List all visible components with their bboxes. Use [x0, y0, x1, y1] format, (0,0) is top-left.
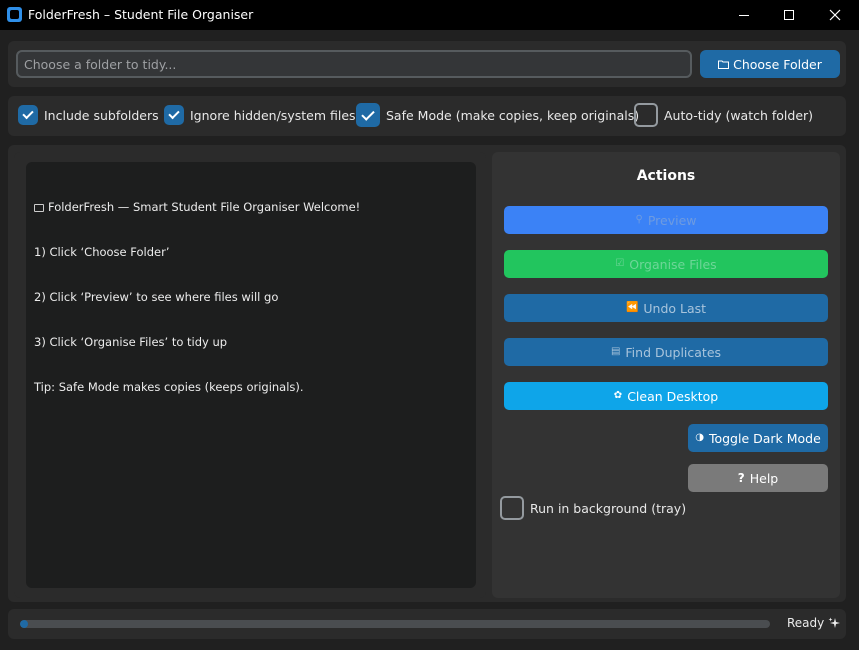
toggle-dark-mode-button[interactable]: ◑ Toggle Dark Mode: [688, 424, 828, 452]
auto-tidy-label: Auto-tidy (watch folder): [664, 107, 814, 123]
log-line: Tip: Safe Mode makes copies (keeps origi…: [34, 380, 304, 394]
cabinet-icon: ▤: [610, 346, 621, 357]
log-line: 1) Click ‘Choose Folder’: [34, 245, 170, 259]
minimize-button[interactable]: [721, 0, 767, 30]
log-line: 2) Click ‘Preview’ to see where files wi…: [34, 290, 279, 304]
folder-path-input[interactable]: [16, 50, 692, 78]
checkbox-box: [634, 103, 658, 127]
sparkles-icon: [828, 617, 841, 628]
organise-files-button[interactable]: ☑ Organise Files: [504, 250, 828, 278]
log-textbox[interactable]: FolderFresh — Smart Student File Organis…: [26, 162, 476, 588]
checkbox-box: [356, 103, 380, 127]
undo-label: Undo Last: [643, 300, 707, 316]
status-text: Ready: [787, 616, 825, 630]
progress-bar: [20, 620, 770, 628]
clean-label: Clean Desktop: [627, 388, 719, 404]
undo-last-button[interactable]: ⏪ Undo Last: [504, 294, 828, 322]
choose-folder-label: Choose Folder: [733, 56, 822, 72]
include-subfolders-label: Include subfolders: [44, 107, 159, 123]
palette-icon: ◑: [695, 432, 704, 443]
clean-desktop-button[interactable]: ✿ Clean Desktop: [504, 382, 828, 410]
checkmark-icon: [168, 107, 180, 120]
magnifier-icon: ⚲: [635, 214, 643, 225]
check-box-icon: ☑: [615, 258, 625, 269]
preview-button[interactable]: ⚲ Preview: [504, 206, 828, 234]
rewind-icon: ⏪: [625, 302, 639, 313]
question-icon: ?: [737, 471, 745, 485]
checkmark-icon: [22, 107, 34, 120]
run-background-checkbox[interactable]: Run in background (tray): [500, 496, 686, 520]
auto-tidy-checkbox[interactable]: Auto-tidy (watch folder): [634, 103, 813, 127]
dark-mode-label: Toggle Dark Mode: [708, 430, 821, 446]
log-line: FolderFresh — Smart Student File Organis…: [34, 200, 468, 215]
checkbox-box: [18, 105, 38, 125]
close-button[interactable]: [812, 0, 858, 30]
minimize-icon: [739, 14, 749, 16]
folder-icon: [34, 204, 44, 212]
folder-icon: [718, 60, 730, 69]
checkbox-box: [500, 496, 524, 520]
duplicates-label: Find Duplicates: [625, 344, 722, 360]
checkbox-box: [164, 105, 184, 125]
choose-folder-button[interactable]: Choose Folder: [700, 50, 840, 78]
safe-mode-label: Safe Mode (make copies, keep originals): [386, 107, 640, 123]
window-title: FolderFresh – Student File Organiser: [28, 7, 254, 22]
maximize-icon: [784, 10, 794, 20]
preview-label: Preview: [647, 212, 697, 228]
app-icon: [7, 7, 22, 22]
ignore-hidden-checkbox[interactable]: Ignore hidden/system files: [164, 105, 356, 125]
safe-mode-checkbox[interactable]: Safe Mode (make copies, keep originals): [356, 103, 639, 127]
ignore-hidden-label: Ignore hidden/system files: [190, 107, 356, 123]
maximize-button[interactable]: [766, 0, 812, 30]
find-duplicates-button[interactable]: ▤ Find Duplicates: [504, 338, 828, 366]
progress-fill: [20, 620, 28, 628]
log-line: 3) Click ‘Organise Files’ to tidy up: [34, 335, 228, 349]
help-button[interactable]: ? Help: [688, 464, 828, 492]
organise-label: Organise Files: [629, 256, 717, 272]
run-background-label: Run in background (tray): [530, 500, 687, 516]
help-label: Help: [749, 470, 779, 486]
actions-title: Actions: [636, 168, 696, 184]
checkmark-icon: [361, 106, 375, 121]
broom-icon: ✿: [613, 390, 623, 401]
status-area: Ready: [787, 616, 841, 630]
title-bar: FolderFresh – Student File Organiser: [0, 0, 859, 30]
include-subfolders-checkbox[interactable]: Include subfolders: [18, 105, 159, 125]
close-icon: [829, 9, 841, 21]
